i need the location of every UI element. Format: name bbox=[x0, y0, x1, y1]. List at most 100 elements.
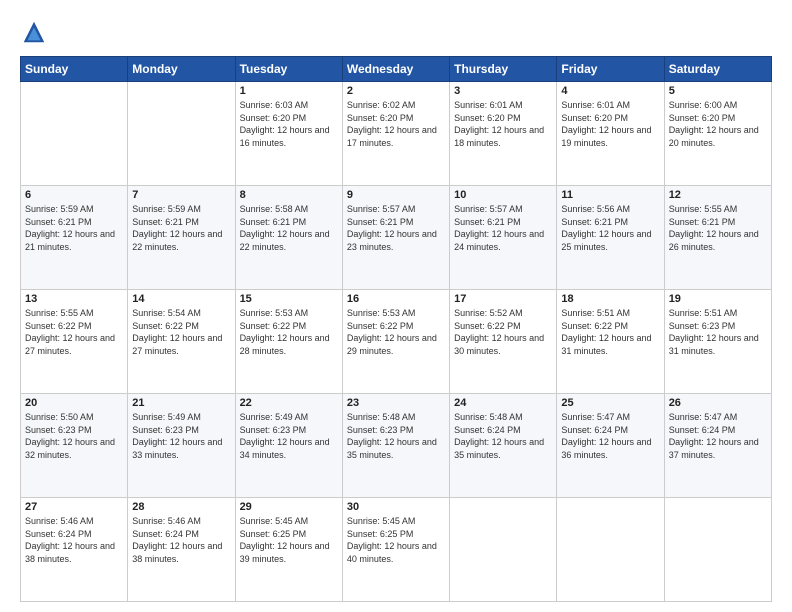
day-info: Sunrise: 5:47 AMSunset: 6:24 PMDaylight:… bbox=[561, 411, 659, 461]
day-info: Sunrise: 5:49 AMSunset: 6:23 PMDaylight:… bbox=[240, 411, 338, 461]
calendar-cell bbox=[21, 82, 128, 186]
day-number: 10 bbox=[454, 189, 552, 201]
calendar-cell: 21 Sunrise: 5:49 AMSunset: 6:23 PMDayligh… bbox=[128, 394, 235, 498]
day-info: Sunrise: 6:00 AMSunset: 6:20 PMDaylight:… bbox=[669, 99, 767, 149]
day-number: 16 bbox=[347, 293, 445, 305]
day-info: Sunrise: 5:53 AMSunset: 6:22 PMDaylight:… bbox=[347, 307, 445, 357]
calendar-week-row: 1 Sunrise: 6:03 AMSunset: 6:20 PMDaylight… bbox=[21, 82, 772, 186]
calendar-cell: 30 Sunrise: 5:45 AMSunset: 6:25 PMDayligh… bbox=[342, 498, 449, 602]
calendar-cell: 22 Sunrise: 5:49 AMSunset: 6:23 PMDayligh… bbox=[235, 394, 342, 498]
calendar-cell: 19Sunrise: 5:51 AMSunset: 6:23 PMDayligh… bbox=[664, 290, 771, 394]
day-number: 20 bbox=[25, 397, 123, 409]
calendar-cell bbox=[557, 498, 664, 602]
logo bbox=[20, 18, 52, 46]
day-number: 7 bbox=[132, 189, 230, 201]
day-info: Sunrise: 5:58 AMSunset: 6:21 PMDaylight:… bbox=[240, 203, 338, 253]
day-number: 25 bbox=[561, 397, 659, 409]
day-number: 3 bbox=[454, 85, 552, 97]
day-number: 14 bbox=[132, 293, 230, 305]
calendar-cell: 10 Sunrise: 5:57 AMSunset: 6:21 PMDayligh… bbox=[450, 186, 557, 290]
calendar-cell: 16 Sunrise: 5:53 AMSunset: 6:22 PMDayligh… bbox=[342, 290, 449, 394]
calendar-cell: 11 Sunrise: 5:56 AMSunset: 6:21 PMDayligh… bbox=[557, 186, 664, 290]
calendar-cell: 2 Sunrise: 6:02 AMSunset: 6:20 PMDaylight… bbox=[342, 82, 449, 186]
day-info: Sunrise: 5:46 AMSunset: 6:24 PMDaylight:… bbox=[132, 515, 230, 565]
calendar-cell: 26 Sunrise: 5:47 AMSunset: 6:24 PMDayligh… bbox=[664, 394, 771, 498]
day-info: Sunrise: 6:01 AMSunset: 6:20 PMDaylight:… bbox=[561, 99, 659, 149]
calendar-cell: 23 Sunrise: 5:48 AMSunset: 6:23 PMDayligh… bbox=[342, 394, 449, 498]
day-number: 11 bbox=[561, 189, 659, 201]
day-info: Sunrise: 5:49 AMSunset: 6:23 PMDaylight:… bbox=[132, 411, 230, 461]
day-info: Sunrise: 5:46 AMSunset: 6:24 PMDaylight:… bbox=[25, 515, 123, 565]
calendar-cell: 29 Sunrise: 5:45 AMSunset: 6:25 PMDayligh… bbox=[235, 498, 342, 602]
calendar-header-row: SundayMondayTuesdayWednesdayThursdayFrid… bbox=[21, 57, 772, 82]
day-info: Sunrise: 5:47 AMSunset: 6:24 PMDaylight:… bbox=[669, 411, 767, 461]
day-info: Sunrise: 5:57 AMSunset: 6:21 PMDaylight:… bbox=[347, 203, 445, 253]
day-number: 1 bbox=[240, 85, 338, 97]
calendar-cell bbox=[128, 82, 235, 186]
day-number: 15 bbox=[240, 293, 338, 305]
day-number: 29 bbox=[240, 501, 338, 513]
day-number: 6 bbox=[25, 189, 123, 201]
day-number: 12 bbox=[669, 189, 767, 201]
day-info: Sunrise: 5:56 AMSunset: 6:21 PMDaylight:… bbox=[561, 203, 659, 253]
day-info: Sunrise: 5:48 AMSunset: 6:23 PMDaylight:… bbox=[347, 411, 445, 461]
calendar-week-row: 13 Sunrise: 5:55 AMSunset: 6:22 PMDayligh… bbox=[21, 290, 772, 394]
day-number: 8 bbox=[240, 189, 338, 201]
calendar-cell: 15 Sunrise: 5:53 AMSunset: 6:22 PMDayligh… bbox=[235, 290, 342, 394]
day-info: Sunrise: 5:59 AMSunset: 6:21 PMDaylight:… bbox=[25, 203, 123, 253]
day-number: 17 bbox=[454, 293, 552, 305]
logo-icon bbox=[20, 18, 48, 46]
day-info: Sunrise: 5:54 AMSunset: 6:22 PMDaylight:… bbox=[132, 307, 230, 357]
day-number: 9 bbox=[347, 189, 445, 201]
page: SundayMondayTuesdayWednesdayThursdayFrid… bbox=[0, 0, 792, 612]
day-number: 22 bbox=[240, 397, 338, 409]
calendar-cell: 27 Sunrise: 5:46 AMSunset: 6:24 PMDayligh… bbox=[21, 498, 128, 602]
calendar-header-tuesday: Tuesday bbox=[235, 57, 342, 82]
day-info: Sunrise: 6:03 AMSunset: 6:20 PMDaylight:… bbox=[240, 99, 338, 149]
day-info: Sunrise: 5:50 AMSunset: 6:23 PMDaylight:… bbox=[25, 411, 123, 461]
day-number: 30 bbox=[347, 501, 445, 513]
calendar-cell: 7 Sunrise: 5:59 AMSunset: 6:21 PMDaylight… bbox=[128, 186, 235, 290]
calendar-cell: 12Sunrise: 5:55 AMSunset: 6:21 PMDayligh… bbox=[664, 186, 771, 290]
calendar-week-row: 6 Sunrise: 5:59 AMSunset: 6:21 PMDaylight… bbox=[21, 186, 772, 290]
day-info: Sunrise: 5:57 AMSunset: 6:21 PMDaylight:… bbox=[454, 203, 552, 253]
calendar-header-friday: Friday bbox=[557, 57, 664, 82]
calendar-cell: 8 Sunrise: 5:58 AMSunset: 6:21 PMDaylight… bbox=[235, 186, 342, 290]
day-number: 23 bbox=[347, 397, 445, 409]
calendar-cell: 3 Sunrise: 6:01 AMSunset: 6:20 PMDaylight… bbox=[450, 82, 557, 186]
day-number: 5 bbox=[669, 85, 767, 97]
day-info: Sunrise: 5:52 AMSunset: 6:22 PMDaylight:… bbox=[454, 307, 552, 357]
day-number: 21 bbox=[132, 397, 230, 409]
calendar-cell bbox=[664, 498, 771, 602]
calendar-header-monday: Monday bbox=[128, 57, 235, 82]
calendar-header-saturday: Saturday bbox=[664, 57, 771, 82]
day-info: Sunrise: 5:53 AMSunset: 6:22 PMDaylight:… bbox=[240, 307, 338, 357]
calendar-cell: 24Sunrise: 5:48 AMSunset: 6:24 PMDayligh… bbox=[450, 394, 557, 498]
day-number: 27 bbox=[25, 501, 123, 513]
day-number: 13 bbox=[25, 293, 123, 305]
calendar-cell: 17 Sunrise: 5:52 AMSunset: 6:22 PMDayligh… bbox=[450, 290, 557, 394]
calendar-week-row: 20 Sunrise: 5:50 AMSunset: 6:23 PMDayligh… bbox=[21, 394, 772, 498]
day-info: Sunrise: 5:51 AMSunset: 6:22 PMDaylight:… bbox=[561, 307, 659, 357]
calendar-header-wednesday: Wednesday bbox=[342, 57, 449, 82]
calendar-cell: 20 Sunrise: 5:50 AMSunset: 6:23 PMDayligh… bbox=[21, 394, 128, 498]
calendar-cell: 6 Sunrise: 5:59 AMSunset: 6:21 PMDaylight… bbox=[21, 186, 128, 290]
day-number: 26 bbox=[669, 397, 767, 409]
calendar-cell: 25 Sunrise: 5:47 AMSunset: 6:24 PMDayligh… bbox=[557, 394, 664, 498]
day-number: 4 bbox=[561, 85, 659, 97]
calendar-cell: 4 Sunrise: 6:01 AMSunset: 6:20 PMDaylight… bbox=[557, 82, 664, 186]
calendar-cell bbox=[450, 498, 557, 602]
day-info: Sunrise: 5:45 AMSunset: 6:25 PMDaylight:… bbox=[240, 515, 338, 565]
calendar-cell: 5 Sunrise: 6:00 AMSunset: 6:20 PMDaylight… bbox=[664, 82, 771, 186]
calendar-cell: 14 Sunrise: 5:54 AMSunset: 6:22 PMDayligh… bbox=[128, 290, 235, 394]
calendar-week-row: 27 Sunrise: 5:46 AMSunset: 6:24 PMDayligh… bbox=[21, 498, 772, 602]
day-number: 2 bbox=[347, 85, 445, 97]
day-info: Sunrise: 5:55 AMSunset: 6:22 PMDaylight:… bbox=[25, 307, 123, 357]
calendar-cell: 18Sunrise: 5:51 AMSunset: 6:22 PMDayligh… bbox=[557, 290, 664, 394]
day-info: Sunrise: 6:02 AMSunset: 6:20 PMDaylight:… bbox=[347, 99, 445, 149]
day-info: Sunrise: 5:45 AMSunset: 6:25 PMDaylight:… bbox=[347, 515, 445, 565]
calendar-cell: 13 Sunrise: 5:55 AMSunset: 6:22 PMDayligh… bbox=[21, 290, 128, 394]
day-info: Sunrise: 5:59 AMSunset: 6:21 PMDaylight:… bbox=[132, 203, 230, 253]
calendar-cell: 28Sunrise: 5:46 AMSunset: 6:24 PMDayligh… bbox=[128, 498, 235, 602]
day-info: Sunrise: 6:01 AMSunset: 6:20 PMDaylight:… bbox=[454, 99, 552, 149]
